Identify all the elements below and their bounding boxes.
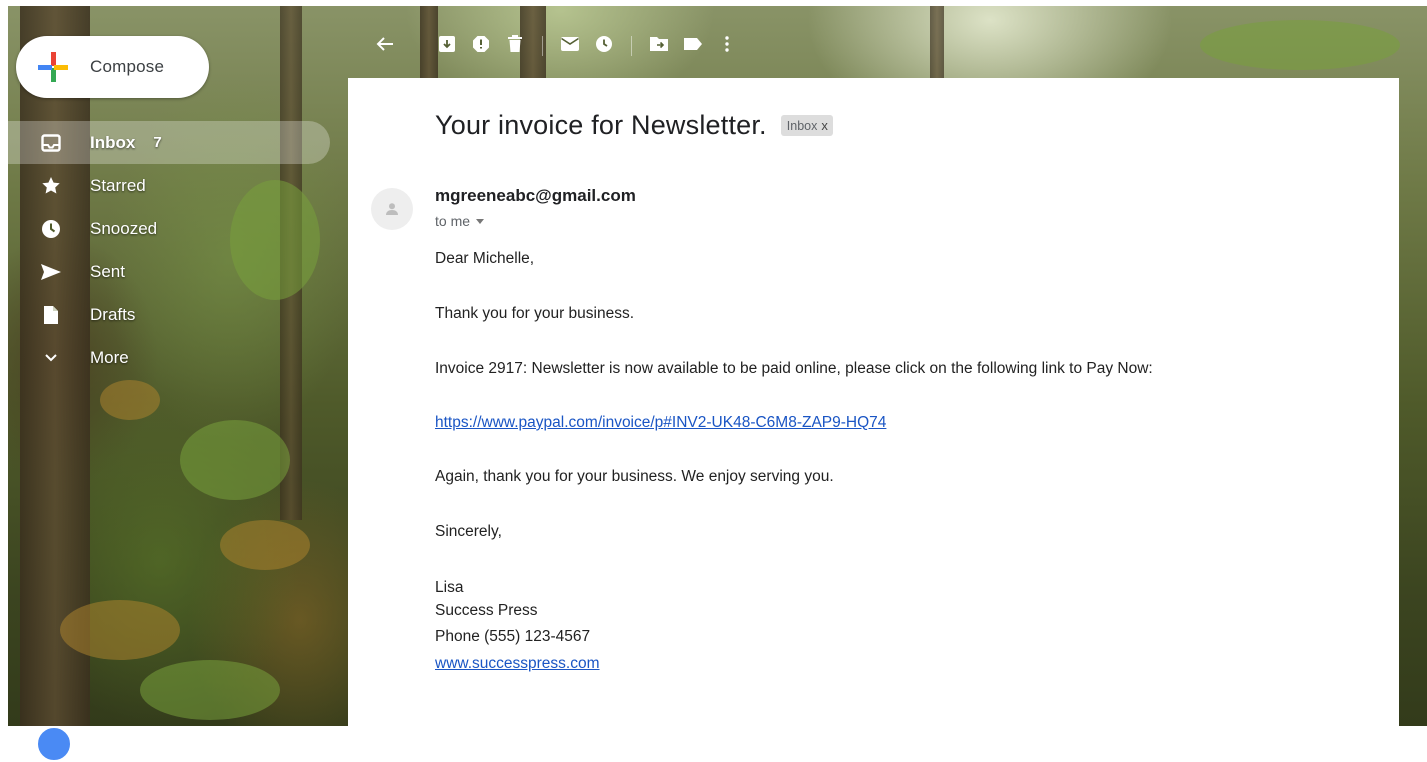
remove-label-button[interactable]: x	[821, 118, 828, 133]
more-options-button[interactable]	[710, 30, 744, 62]
body-line: Invoice 2917: Newsletter is now availabl…	[435, 360, 1153, 377]
star-icon	[40, 175, 62, 197]
sidebar-item-snoozed[interactable]: Snoozed	[0, 207, 330, 250]
caret-down-icon	[476, 218, 485, 224]
clock-icon	[40, 218, 62, 240]
sidebar-item-label: Inbox	[90, 132, 136, 152]
draft-icon	[40, 304, 62, 326]
label-chip-text: Inbox	[786, 118, 818, 133]
chevron-down-icon	[40, 347, 62, 369]
sidebar-item-label: Sent	[90, 261, 125, 281]
sidebar-item-label: Starred	[90, 175, 146, 195]
recipient-details-toggle[interactable]: to me	[435, 213, 485, 229]
sidebar-item-label: Drafts	[90, 304, 136, 324]
snooze-icon	[595, 35, 613, 58]
mark-unread-icon	[560, 36, 580, 57]
inbox-icon	[40, 132, 62, 154]
subject-row: Your invoice for Newsletter. Inbox x	[435, 110, 833, 141]
back-button[interactable]	[368, 30, 402, 62]
more-vert-icon	[725, 35, 729, 57]
back-arrow-icon	[375, 36, 395, 57]
toolbar-divider	[542, 36, 543, 56]
account-avatar[interactable]	[36, 726, 72, 762]
message-toolbar	[368, 30, 744, 62]
archive-button[interactable]	[430, 30, 464, 62]
toolbar-divider	[631, 36, 632, 56]
unread-count-badge: 7	[153, 134, 162, 151]
sidebar-item-starred[interactable]: Starred	[0, 164, 330, 207]
body-greeting: Dear Michelle,	[435, 250, 535, 267]
message-view: Your invoice for Newsletter. Inbox x mgr…	[348, 78, 1399, 726]
archive-icon	[438, 35, 456, 58]
compose-plus-icon	[38, 52, 68, 82]
body-line: Thank you for your business.	[435, 305, 635, 322]
window-top-edge	[0, 0, 1427, 6]
person-icon	[386, 203, 398, 215]
sender-avatar[interactable]	[371, 188, 413, 230]
compose-button[interactable]: Compose	[16, 36, 209, 98]
window-bottom-edge	[0, 726, 1427, 737]
sidebar-item-label: Snoozed	[90, 218, 158, 238]
delete-button[interactable]	[498, 30, 532, 62]
inbox-label-chip: Inbox x	[780, 115, 833, 136]
send-icon	[40, 261, 62, 283]
compose-label: Compose	[90, 57, 165, 76]
mark-unread-button[interactable]	[553, 30, 587, 62]
report-spam-icon	[472, 35, 490, 58]
sidebar-item-more[interactable]: More	[0, 336, 330, 379]
body-closing: Sincerely,	[435, 523, 502, 540]
sidebar-item-drafts[interactable]: Drafts	[0, 293, 330, 336]
move-to-button[interactable]	[642, 30, 676, 62]
label-icon	[683, 37, 703, 56]
message-subject: Your invoice for Newsletter.	[435, 110, 767, 140]
sidebar-item-label: More	[90, 347, 129, 367]
sidebar-item-sent[interactable]: Sent	[0, 250, 330, 293]
label-button[interactable]	[676, 30, 710, 62]
signature-website-link[interactable]: www.successpress.com	[435, 655, 600, 673]
report-spam-button[interactable]	[464, 30, 498, 62]
move-to-icon	[649, 36, 669, 57]
payment-link[interactable]: https://www.paypal.com/invoice/p#INV2-UK…	[435, 414, 886, 432]
sender-email[interactable]: mgreeneabc@gmail.com	[435, 186, 636, 206]
snooze-button[interactable]	[587, 30, 621, 62]
signature-name: Lisa	[435, 579, 464, 596]
signature-phone: Phone (555) 123-4567	[435, 628, 591, 645]
sidebar-item-inbox[interactable]: Inbox 7	[0, 121, 330, 164]
delete-icon	[507, 34, 523, 58]
signature-company: Success Press	[435, 602, 538, 619]
sidebar-nav: Inbox 7 Starred Snoozed Sent Drafts More	[0, 121, 330, 379]
body-line: Again, thank you for your business. We e…	[435, 468, 834, 485]
recipient-text: to me	[435, 213, 471, 229]
